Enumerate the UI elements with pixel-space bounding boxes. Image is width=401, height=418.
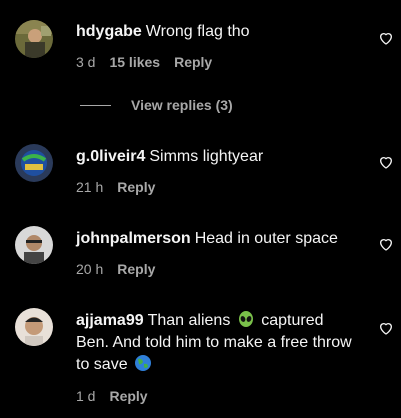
alien-emoji-icon xyxy=(238,311,253,327)
comment-item: johnpalmerson Head in outer space 20 h Rep… xyxy=(0,212,401,292)
comment-body: Head in outer space xyxy=(194,230,338,247)
avatar-photo-icon xyxy=(15,20,53,58)
view-replies-button[interactable]: View replies (3) xyxy=(80,95,233,115)
comment-meta: 3 d 15 likes Reply xyxy=(76,54,226,70)
heart-icon[interactable] xyxy=(378,154,394,170)
comment-text: hdygabe Wrong flag tho xyxy=(76,21,366,43)
reply-button[interactable]: Reply xyxy=(109,388,147,404)
heart-icon[interactable] xyxy=(378,30,394,46)
avatar[interactable] xyxy=(15,308,53,346)
comment-likes[interactable]: 15 likes xyxy=(109,54,160,70)
comment-username[interactable]: g.0liveir4 xyxy=(76,148,145,165)
reply-button[interactable]: Reply xyxy=(117,261,155,277)
comment-text: ajjama99 Than aliens captured Ben. And to… xyxy=(76,310,356,376)
avatar-photo-icon xyxy=(15,226,53,264)
comment-username[interactable]: johnpalmerson xyxy=(76,230,191,247)
view-replies-divider xyxy=(80,104,111,106)
comment-time: 3 d xyxy=(76,54,96,70)
comment-item: ajjama99 Than aliens captured Ben. And to… xyxy=(0,296,401,418)
comment-item: g.0liveir4 Simms lightyear 21 h Reply xyxy=(0,130,401,210)
comment-item: hdygabe Wrong flag tho 3 d 15 likes Reply xyxy=(0,0,401,90)
avatar[interactable] xyxy=(15,144,53,182)
comment-time: 20 h xyxy=(76,261,104,277)
heart-icon[interactable] xyxy=(378,236,394,252)
comment-text: johnpalmerson Head in outer space xyxy=(76,228,366,250)
comment-time: 1 d xyxy=(76,388,96,404)
reply-button[interactable]: Reply xyxy=(117,179,155,195)
comment-body-part1: Than aliens xyxy=(147,312,231,329)
comment-meta: 21 h Reply xyxy=(76,179,169,195)
view-replies-label: View replies (3) xyxy=(131,97,233,113)
comment-meta: 1 d Reply xyxy=(76,388,162,404)
globe-emoji-icon xyxy=(135,355,152,371)
comment-text: g.0liveir4 Simms lightyear xyxy=(76,146,366,168)
avatar-photo-icon xyxy=(15,144,53,182)
avatar[interactable] xyxy=(15,20,53,58)
comment-username[interactable]: ajjama99 xyxy=(76,312,144,329)
reply-button[interactable]: Reply xyxy=(174,54,212,70)
comment-username[interactable]: hdygabe xyxy=(76,23,142,40)
comment-meta: 20 h Reply xyxy=(76,261,169,277)
comment-body: Simms lightyear xyxy=(149,148,264,165)
comment-time: 21 h xyxy=(76,179,104,195)
avatar-photo-icon xyxy=(15,308,53,346)
avatar[interactable] xyxy=(15,226,53,264)
heart-icon[interactable] xyxy=(378,320,394,336)
comment-body: Wrong flag tho xyxy=(145,23,250,40)
